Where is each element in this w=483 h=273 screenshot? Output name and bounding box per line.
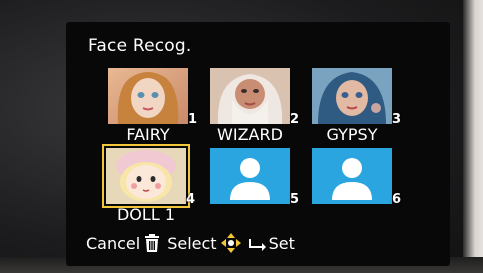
face-tile-1[interactable]: 1 FAIRY [108, 68, 197, 144]
bezel-right [463, 0, 483, 273]
face-name: GYPSY [326, 125, 378, 144]
face-tile-2[interactable]: 2 WIZARD [210, 68, 299, 144]
wizard-face-thumbnail [210, 68, 290, 124]
trash-icon [145, 234, 160, 252]
face-tile-5[interactable]: 5 [210, 148, 299, 207]
person-silhouette-icon [230, 158, 270, 200]
set-arrow-icon [248, 239, 266, 251]
screen-title: Face Recog. [88, 36, 192, 56]
person-silhouette-icon [332, 158, 372, 200]
face-tile-3[interactable]: 3 GYPSY [312, 68, 401, 144]
face-number: 5 [289, 192, 299, 207]
gypsy-face-thumbnail [312, 68, 392, 124]
fairy-face-thumbnail [108, 68, 188, 124]
face-name: DOLL 1 [116, 205, 175, 224]
cancel-label: Cancel [86, 233, 141, 253]
dpad-icon [220, 233, 241, 253]
face-tile-4[interactable]: 4 DOLL 1 [102, 144, 195, 224]
set-label: Set [268, 233, 295, 253]
doll-face-thumbnail [106, 148, 186, 204]
set-guide[interactable]: Set [248, 234, 295, 253]
face-number: 6 [391, 192, 401, 207]
button-guide-bar: Cancel Select Set [86, 232, 301, 254]
camera-lcd-screen: Face Recog. 1 FAIRY 2 WIZARD 3 GYPSY 4 D… [66, 22, 450, 266]
select-guide[interactable]: Select [167, 232, 241, 254]
cancel-guide[interactable]: Cancel [86, 233, 161, 253]
face-tile-6[interactable]: 6 [312, 148, 401, 207]
select-label: Select [167, 233, 217, 253]
